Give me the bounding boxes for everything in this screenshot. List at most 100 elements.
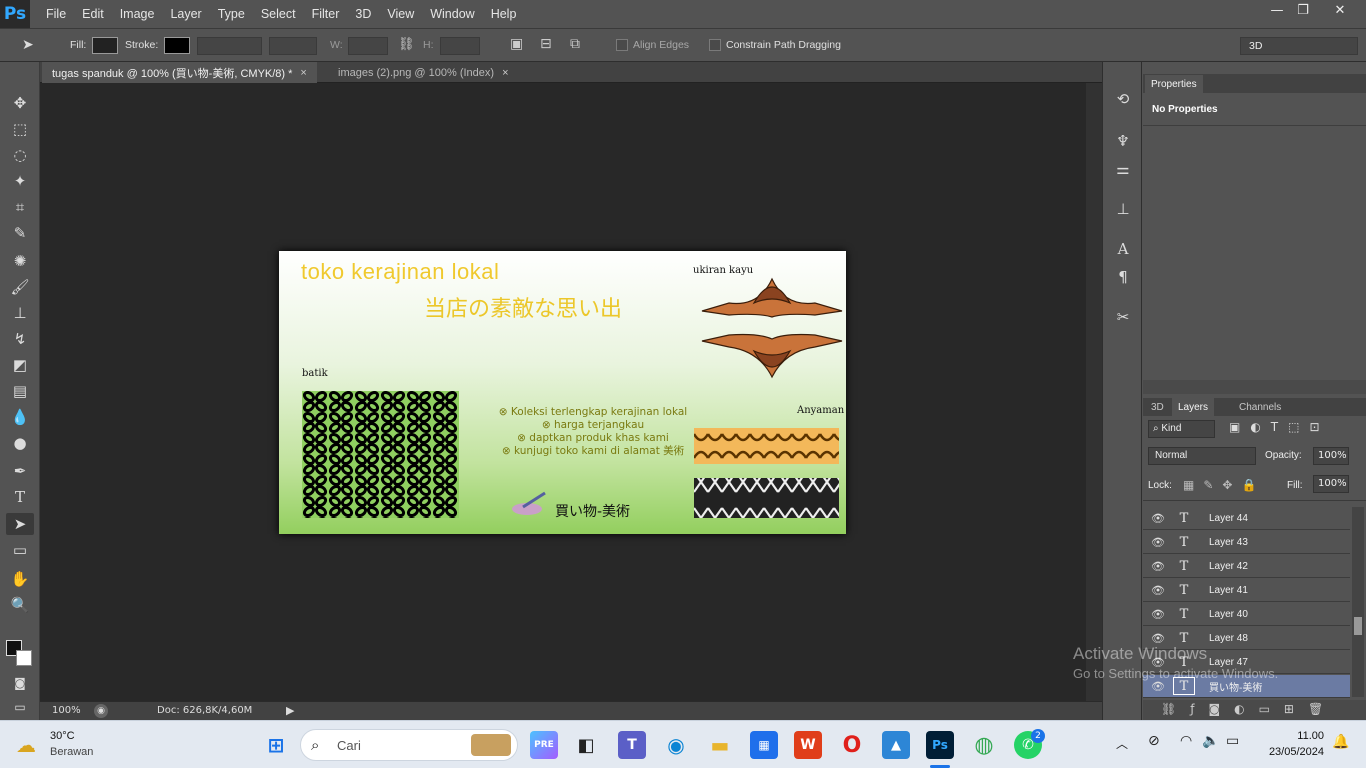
stroke-type-dropdown[interactable] <box>269 37 317 55</box>
status-menu-arrow-icon[interactable]: ▶ <box>286 704 294 717</box>
move-tool-icon[interactable]: ✥ <box>6 92 34 114</box>
blend-mode-dropdown[interactable]: Normal <box>1148 447 1256 465</box>
task-view-icon[interactable]: ◧ <box>572 731 600 759</box>
weather-cloud-icon[interactable]: ☁ <box>16 733 36 757</box>
layers-scrollbar[interactable] <box>1352 507 1364 697</box>
stroke-width-field[interactable] <box>197 37 262 55</box>
pen-tool-icon[interactable]: ✒ <box>6 460 34 482</box>
history-panel-icon[interactable]: ⟲ <box>1111 88 1135 110</box>
layer-filter-icons[interactable]: ▣◐T⬚⊡ <box>1229 420 1330 434</box>
show-hidden-icons-chevron-icon[interactable]: ︿ <box>1116 735 1128 752</box>
dodge-tool-icon[interactable]: ● <box>6 432 34 454</box>
path-arrangement-icon[interactable]: ⧉ <box>570 36 580 52</box>
healing-brush-tool-icon[interactable]: ✺ <box>6 250 34 272</box>
lasso-tool-icon[interactable]: ◌ <box>6 144 34 166</box>
close-tab-icon[interactable]: × <box>502 67 508 79</box>
restore-button[interactable]: ❐ <box>1286 0 1320 20</box>
visibility-eye-icon[interactable]: 👁 <box>1143 632 1173 645</box>
zoom-tool-icon[interactable]: 🔍 <box>6 594 34 616</box>
clock-time[interactable]: 11.00 <box>1262 730 1324 742</box>
menu-image[interactable]: Image <box>112 7 163 21</box>
weather-temp[interactable]: 30°C <box>50 730 75 742</box>
tab-3d[interactable]: 3D <box>1145 398 1170 416</box>
close-tab-icon[interactable]: × <box>300 67 306 79</box>
notification-bell-icon[interactable]: 🔔 <box>1332 734 1349 750</box>
layers-scroll-thumb[interactable] <box>1354 617 1362 635</box>
menu-view[interactable]: View <box>379 7 422 21</box>
tab-tugas-spanduk[interactable]: tugas spanduk @ 100% (買い物-美術, CMYK/8) * … <box>42 62 317 83</box>
menu-layer[interactable]: Layer <box>162 7 209 21</box>
tool-presets-icon[interactable]: ✂ <box>1111 306 1135 328</box>
menu-window[interactable]: Window <box>422 7 482 21</box>
marquee-tool-icon[interactable]: ⬚ <box>6 118 34 140</box>
start-windows-icon[interactable]: ⊞ <box>262 731 290 759</box>
stroke-swatch[interactable] <box>164 37 190 54</box>
layer-filter-dropdown[interactable]: ⌕ Kind <box>1148 420 1215 438</box>
path-selection-tool-icon[interactable]: ➤ <box>6 513 34 535</box>
brush-presets-icon[interactable]: ♆ <box>1111 130 1135 152</box>
close-button[interactable]: ✕ <box>1322 0 1358 20</box>
paragraph-panel-icon[interactable]: ¶ <box>1111 266 1135 288</box>
photoshop-taskbar-icon[interactable]: Ps <box>926 731 954 759</box>
constrain-path-checkbox[interactable] <box>709 39 721 51</box>
chrome-icon[interactable]: ◍ <box>970 731 998 759</box>
visibility-eye-icon[interactable]: 👁 <box>1143 536 1173 549</box>
path-selection-tool-icon[interactable]: ➤ <box>22 37 34 53</box>
wps-office-icon[interactable]: W <box>794 731 822 759</box>
document-scrollbar[interactable] <box>1086 83 1102 701</box>
wifi-icon[interactable]: ◠ <box>1180 733 1192 749</box>
blur-tool-icon[interactable]: 💧 <box>6 406 34 428</box>
copilot-icon[interactable]: PRE <box>530 731 558 759</box>
clone-stamp-tool-icon[interactable]: ⊥ <box>6 302 34 324</box>
visibility-eye-icon[interactable]: 👁 <box>1143 560 1173 573</box>
clone-source-icon[interactable]: ⊥ <box>1111 198 1135 220</box>
status-info-icon[interactable]: ◉ <box>94 704 108 718</box>
battery-icon[interactable]: ▭ <box>1226 733 1239 749</box>
opera-icon[interactable]: O <box>838 731 866 759</box>
teams-icon[interactable]: T <box>618 731 646 759</box>
workspace-dropdown[interactable]: 3D <box>1240 37 1358 55</box>
visibility-eye-icon[interactable]: 👁 <box>1143 584 1173 597</box>
tab-images-png[interactable]: images (2).png @ 100% (Index) × <box>328 62 519 83</box>
fill-field[interactable]: 100% <box>1313 475 1349 493</box>
tab-properties[interactable]: Properties <box>1145 75 1203 93</box>
file-explorer-icon[interactable]: ▬ <box>706 731 734 759</box>
link-icon[interactable]: ⛓ <box>398 37 415 52</box>
photos-icon[interactable]: ▲ <box>882 731 910 759</box>
menu-3d[interactable]: 3D <box>347 7 379 21</box>
screen-mode-icon[interactable]: ▭ <box>6 696 34 718</box>
layer-row[interactable]: 👁 T Layer 43 <box>1143 531 1350 554</box>
volume-icon[interactable]: 🔈 <box>1202 733 1219 749</box>
tab-layers[interactable]: Layers <box>1172 398 1215 416</box>
history-brush-tool-icon[interactable]: ↯ <box>6 328 34 350</box>
layer-row[interactable]: 👁 T Layer 40 <box>1143 603 1350 626</box>
visibility-eye-icon[interactable]: 👁 <box>1143 608 1173 621</box>
menu-help[interactable]: Help <box>483 7 525 21</box>
align-edges-checkbox[interactable] <box>616 39 628 51</box>
edge-icon[interactable]: ◉ <box>662 731 690 759</box>
menu-edit[interactable]: Edit <box>74 7 112 21</box>
path-operations-icon[interactable]: ▣ <box>510 36 523 52</box>
eyedropper-tool-icon[interactable]: ✎ <box>6 222 34 244</box>
menu-type[interactable]: Type <box>210 7 253 21</box>
height-field[interactable] <box>440 37 480 55</box>
zoom-level[interactable]: 100% <box>52 705 81 716</box>
type-tool-icon[interactable]: T <box>6 486 34 508</box>
network-offline-icon[interactable]: ⊘ <box>1148 733 1160 749</box>
quick-mask-icon[interactable]: ◙ <box>6 672 34 694</box>
visibility-eye-icon[interactable]: 👁 <box>1143 680 1173 693</box>
brush-tool-icon[interactable]: 🖌 <box>6 276 34 298</box>
menu-select[interactable]: Select <box>253 7 304 21</box>
menu-filter[interactable]: Filter <box>304 7 348 21</box>
layer-row[interactable]: 👁 T Layer 42 <box>1143 555 1350 578</box>
crop-tool-icon[interactable]: ⌗ <box>6 196 34 218</box>
menu-file[interactable]: File <box>38 7 74 21</box>
rectangle-tool-icon[interactable]: ▭ <box>6 539 34 561</box>
layer-row[interactable]: 👁 T Layer 41 <box>1143 579 1350 602</box>
store-icon[interactable]: ▦ <box>750 731 778 759</box>
clock-date[interactable]: 23/05/2024 <box>1254 746 1324 758</box>
background-color-swatch[interactable] <box>16 650 32 666</box>
path-alignment-icon[interactable]: ⊟ <box>540 36 552 52</box>
magic-wand-tool-icon[interactable]: ✦ <box>6 170 34 192</box>
layer-row[interactable]: 👁 T Layer 44 <box>1143 507 1350 530</box>
